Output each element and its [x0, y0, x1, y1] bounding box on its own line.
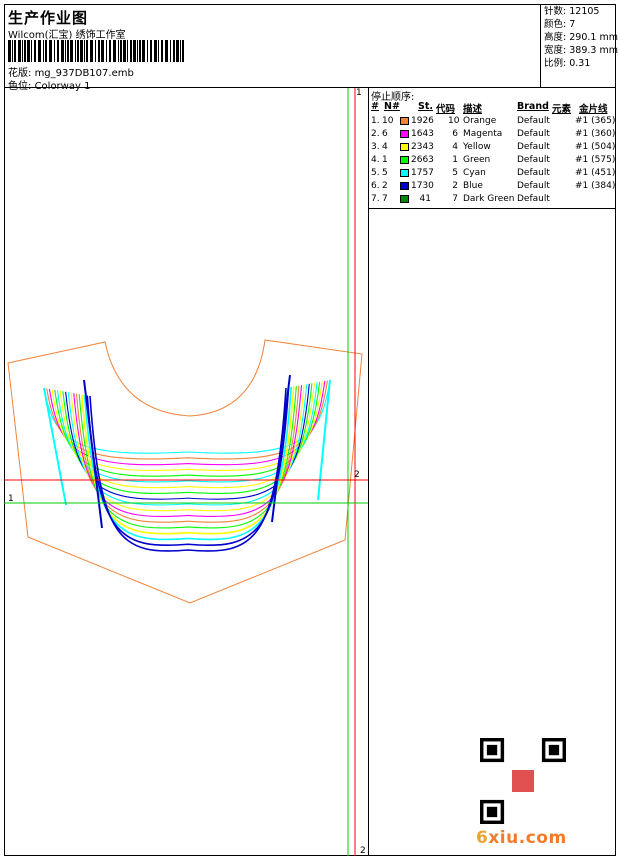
col-description: 描述: [463, 104, 483, 115]
color-swatch: [400, 169, 409, 177]
row-stitches: 41: [419, 194, 431, 204]
color-swatch: [400, 182, 409, 190]
row-needle: 4: [382, 142, 388, 152]
color-swatch: [400, 195, 409, 203]
row-brand: Default: [517, 181, 550, 191]
color-swatch: [400, 130, 409, 138]
row-description: Green: [463, 155, 491, 165]
row-brand: Default: [517, 155, 550, 165]
axis-label-bottom-right: 2: [360, 846, 366, 856]
table-row: 5. 5 1757 5 Cyan Default #1 (451): [369, 167, 616, 180]
row-code: 6: [452, 129, 458, 139]
axis-label-top-right: 1: [356, 88, 362, 98]
row-index: 7.: [371, 194, 380, 204]
qr-center-logo: [512, 770, 534, 792]
row-needle: 5: [382, 168, 388, 178]
row-description: Blue: [463, 181, 483, 191]
row-needle: 7: [382, 194, 388, 204]
axis-label-left: 1: [8, 494, 14, 504]
col-index: #: [371, 101, 379, 112]
table-divider: [369, 208, 616, 209]
col-sequin: 金片线: [579, 104, 608, 115]
row-element: #1 (504): [575, 142, 616, 152]
axis-label-h-right: 2: [354, 470, 360, 480]
qr-code: [480, 738, 566, 824]
row-needle: 10: [382, 116, 394, 126]
row-element: #1 (360): [575, 129, 616, 139]
row-brand: Default: [517, 116, 550, 126]
table-row: 3. 4 2343 4 Yellow Default #1 (504): [369, 141, 616, 154]
row-stitches: 2663: [411, 155, 434, 165]
garment-outline: [7, 339, 363, 604]
row-brand: Default: [517, 168, 550, 178]
row-needle: 6: [382, 129, 388, 139]
color-swatch: [400, 117, 409, 125]
row-stitches: 1643: [411, 129, 434, 139]
row-element: #1 (384): [575, 181, 616, 191]
watermark-logo: 6xiu.com: [476, 828, 567, 848]
row-index: 3.: [371, 142, 380, 152]
stitch-line: [81, 386, 295, 535]
row-description: Yellow: [463, 142, 491, 152]
row-code: 7: [452, 194, 458, 204]
row-brand: Default: [517, 194, 550, 204]
row-index: 5.: [371, 168, 380, 178]
row-index: 4.: [371, 155, 380, 165]
row-stitches: 2343: [411, 142, 434, 152]
row-stitches: 1757: [411, 168, 434, 178]
col-element: 元素: [552, 104, 572, 115]
row-index: 1.: [371, 116, 380, 126]
color-swatch: [400, 156, 409, 164]
row-stitches: 1730: [411, 181, 434, 191]
col-needle: N#: [384, 101, 400, 112]
table-row: 1. 10 1926 10 Orange Default #1 (365): [369, 115, 616, 128]
row-element: #1 (575): [575, 155, 616, 165]
row-description: Magenta: [463, 129, 503, 139]
table-row: 4. 1 2663 1 Green Default #1 (575): [369, 154, 616, 167]
row-brand: Default: [517, 129, 550, 139]
row-code: 10: [448, 116, 460, 126]
stitch-bands: [43, 374, 331, 552]
row-code: 2: [452, 181, 458, 191]
row-code: 1: [452, 155, 458, 165]
row-needle: 2: [382, 181, 388, 191]
row-description: Dark Green: [463, 194, 515, 204]
stitch-line: [62, 383, 313, 495]
col-brand: Brand: [517, 101, 549, 112]
table-row: 2. 6 1643 6 Magenta Default #1 (360): [369, 128, 616, 141]
stitch-line: [65, 383, 310, 500]
stitch-line: [75, 385, 300, 523]
table-row: 7. 7 41 7 Dark Green Default: [369, 193, 616, 206]
col-code: 代码: [436, 104, 456, 115]
table-row: 6. 2 1730 2 Blue Default #1 (384): [369, 180, 616, 193]
color-swatch: [400, 143, 409, 151]
row-element: #1 (451): [575, 168, 616, 178]
row-needle: 1: [382, 155, 388, 165]
row-stitches: 1926: [411, 116, 434, 126]
row-brand: Default: [517, 142, 550, 152]
row-element: #1 (365): [575, 116, 616, 126]
col-stitches: St.: [418, 101, 433, 112]
row-code: 5: [452, 168, 458, 178]
row-description: Orange: [463, 116, 497, 126]
row-index: 6.: [371, 181, 380, 191]
row-description: Cyan: [463, 168, 486, 178]
row-index: 2.: [371, 129, 380, 139]
row-code: 4: [452, 142, 458, 152]
